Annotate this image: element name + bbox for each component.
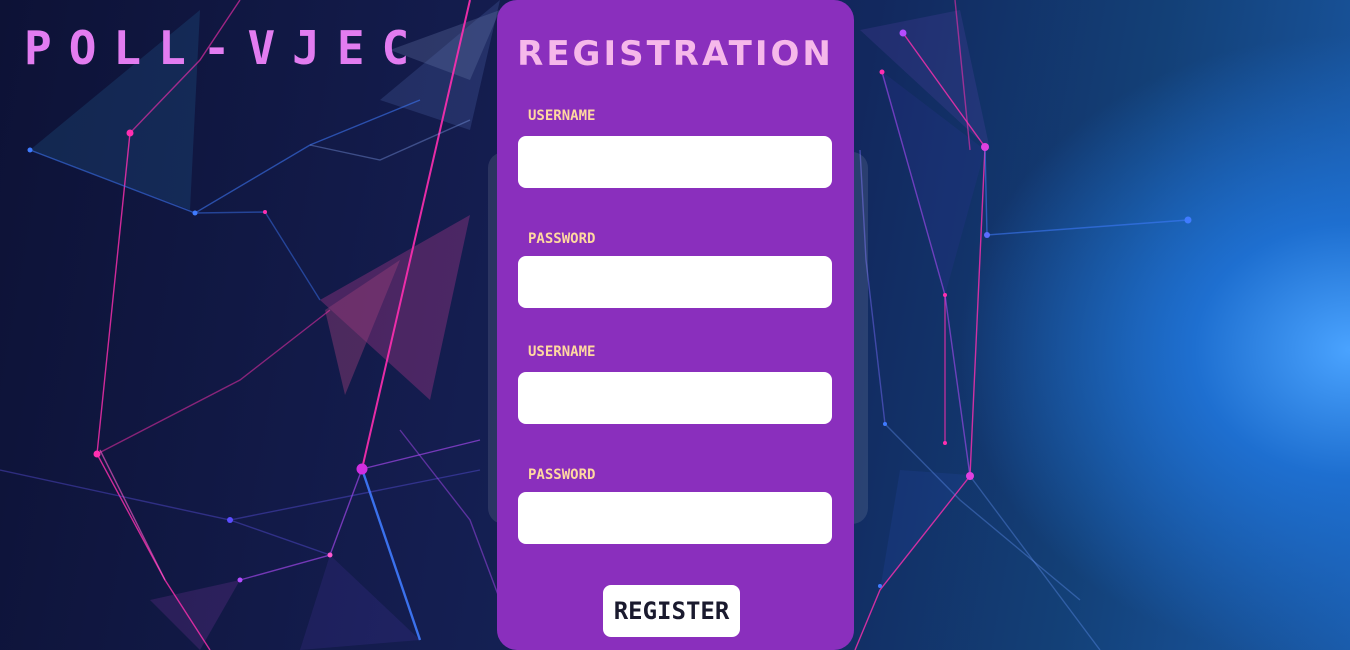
username-confirm-label: USERNAME [528,344,596,360]
password-confirm-label: PASSWORD [528,467,596,483]
password-confirm-input[interactable] [518,492,832,544]
registration-title: REGISTRATION [517,34,834,74]
username-label: USERNAME [528,108,596,124]
brand-logo-text: POLL-VJEC [24,21,427,75]
registration-card: REGISTRATION USERNAME PASSWORD USERNAME … [497,0,854,650]
password-input[interactable] [518,256,832,308]
register-button[interactable]: REGISTER [603,585,740,637]
password-label: PASSWORD [528,231,596,247]
username-input[interactable] [518,136,832,188]
username-confirm-input[interactable] [518,372,832,424]
